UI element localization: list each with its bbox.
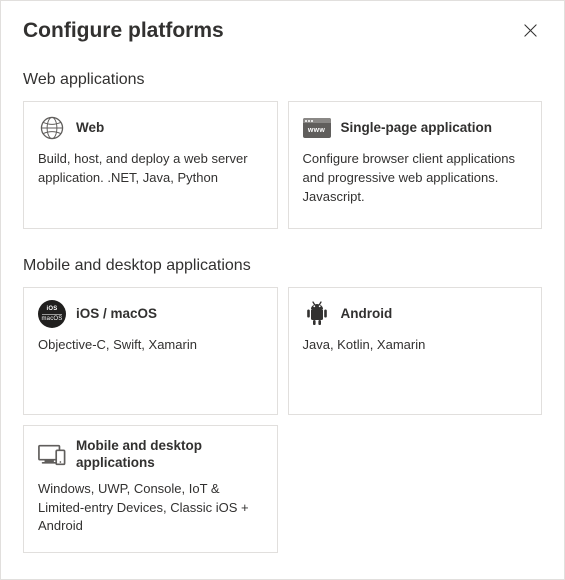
close-button[interactable] bbox=[519, 19, 542, 42]
card-title: iOS / macOS bbox=[76, 306, 157, 323]
card-description: Configure browser client applications an… bbox=[303, 150, 528, 207]
page-title: Configure platforms bbox=[23, 19, 224, 43]
platform-card-ios-macos[interactable]: iOS macOS iOS / macOS Objective-C, Swift… bbox=[23, 287, 278, 415]
globe-icon bbox=[38, 114, 66, 142]
section-heading-mobile: Mobile and desktop applications bbox=[23, 257, 542, 275]
platform-card-desktop[interactable]: Mobile and desktop applications Windows,… bbox=[23, 425, 278, 553]
card-description: Objective-C, Swift, Xamarin bbox=[38, 336, 263, 355]
android-icon bbox=[303, 300, 331, 328]
card-title: Web bbox=[76, 120, 104, 137]
card-description: Build, host, and deploy a web server app… bbox=[38, 150, 263, 188]
browser-www-icon: www bbox=[303, 114, 331, 142]
desktop-icon bbox=[38, 441, 66, 469]
close-icon bbox=[523, 23, 538, 38]
platform-card-spa[interactable]: www Single-page application Configure br… bbox=[288, 101, 543, 229]
section-web-applications: Web applications Web Build, host, and de… bbox=[23, 71, 542, 229]
card-title: Android bbox=[341, 306, 393, 323]
section-heading-web: Web applications bbox=[23, 71, 542, 89]
platform-card-web[interactable]: Web Build, host, and deploy a web server… bbox=[23, 101, 278, 229]
card-title: Mobile and desktop applications bbox=[76, 438, 263, 472]
section-mobile-desktop: Mobile and desktop applications iOS macO… bbox=[23, 257, 542, 553]
platform-card-android[interactable]: Android Java, Kotlin, Xamarin bbox=[288, 287, 543, 415]
card-description: Windows, UWP, Console, IoT & Limited-ent… bbox=[38, 480, 263, 537]
card-description: Java, Kotlin, Xamarin bbox=[303, 336, 528, 355]
card-title: Single-page application bbox=[341, 120, 493, 137]
ios-macos-icon: iOS macOS bbox=[38, 300, 66, 328]
